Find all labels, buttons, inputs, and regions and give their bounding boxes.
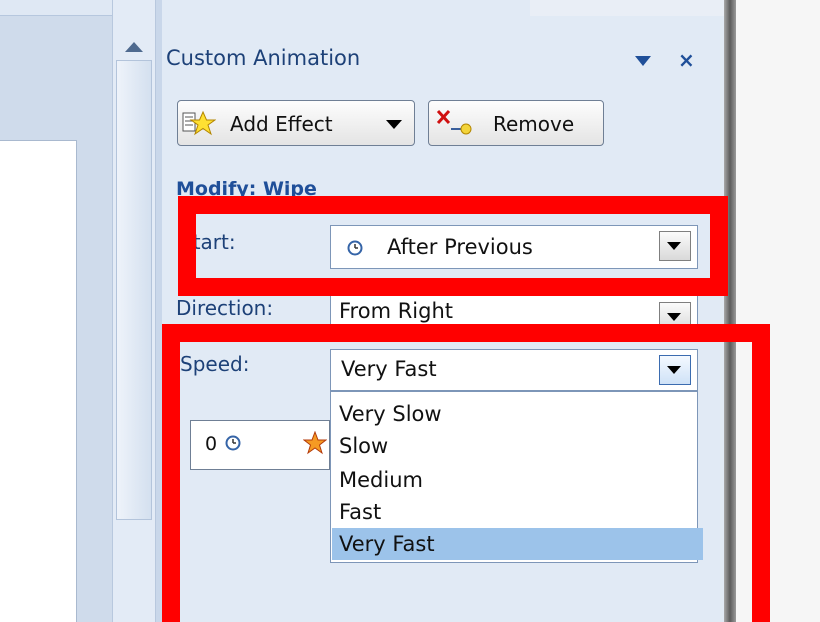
close-icon[interactable]: ×	[678, 48, 695, 72]
direction-select[interactable]: From Right	[330, 295, 698, 325]
highlight-box-start	[178, 196, 728, 296]
remove-button[interactable]: Remove	[428, 100, 604, 146]
star-effect-icon	[182, 110, 216, 136]
highlight-box-speed	[162, 324, 770, 622]
direction-dropdown-button[interactable]	[659, 302, 691, 324]
remove-effect-icon	[436, 109, 472, 135]
pane-top-strip	[530, 0, 724, 16]
add-effect-label: Add Effect	[230, 112, 333, 136]
add-effect-button[interactable]: Add Effect	[177, 100, 415, 146]
direction-label: Direction:	[176, 296, 274, 318]
triangle-down-icon[interactable]	[635, 56, 651, 66]
scrollbar-thumb[interactable]	[116, 60, 152, 520]
modify-effect-label: Modify: Wipe	[176, 178, 317, 198]
chevron-down-icon	[386, 120, 402, 129]
chevron-down-icon	[667, 313, 681, 321]
remove-label: Remove	[493, 112, 575, 136]
direction-value: From Right	[339, 299, 454, 323]
slide-canvas[interactable]	[0, 140, 77, 622]
scroll-up-arrow-icon[interactable]	[120, 38, 148, 60]
pane-title: Custom Animation	[166, 46, 361, 70]
